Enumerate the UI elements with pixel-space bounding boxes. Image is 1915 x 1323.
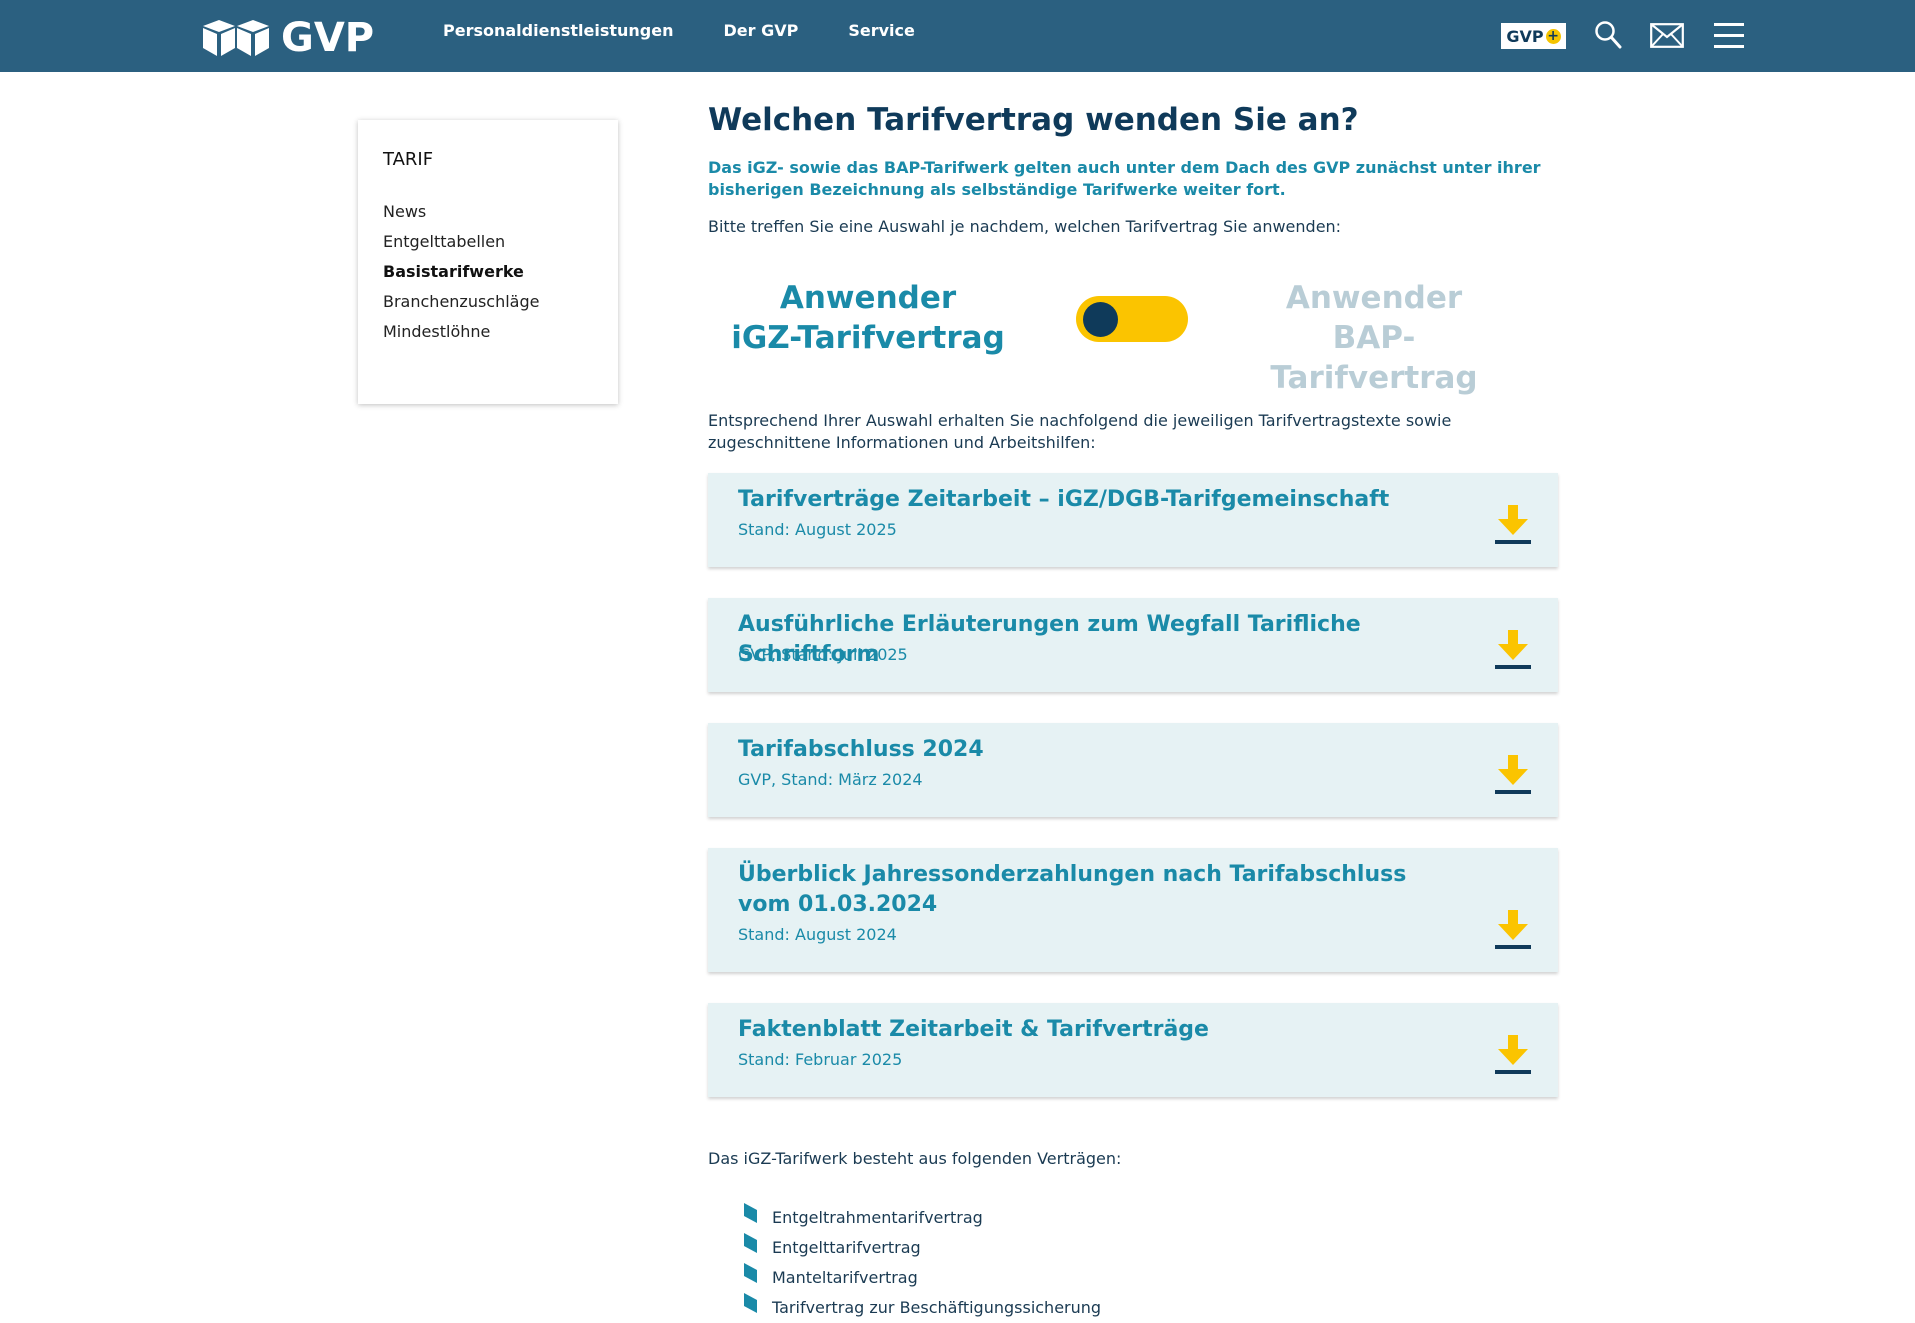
toggle-option-igz[interactable]: Anwender iGZ-Tarifvertrag: [728, 278, 1008, 358]
download-card[interactable]: Tarifabschluss 2024 GVP, Stand: März 202…: [708, 723, 1558, 817]
intro-text: Das iGZ- sowie das BAP-Tarifwerk gelten …: [708, 158, 1541, 199]
nav-item-der-gvp[interactable]: Der GVP: [723, 20, 798, 42]
choose-text: Bitte treffen Sie eine Auswahl je nachde…: [708, 217, 1342, 236]
toggle-option-bap[interactable]: Anwender BAP-Tarifvertrag: [1234, 278, 1514, 398]
sidebar: TARIF News Entgelttabellen Basistarifwer…: [358, 120, 618, 404]
selection-info-text: Entsprechend Ihrer Auswahl erhalten Sie …: [708, 411, 1452, 452]
download-title: Tarifabschluss 2024: [738, 737, 984, 762]
list-item: Entgeltrahmentarifvertrag: [744, 1203, 1101, 1233]
contract-label: Entgelttarifvertrag: [772, 1238, 921, 1257]
download-icon[interactable]: [1495, 910, 1531, 950]
menu-icon[interactable]: [1714, 22, 1744, 50]
switch-knob: [1083, 302, 1118, 337]
search-icon[interactable]: [1594, 20, 1622, 50]
download-date: Stand: August 2025: [738, 520, 897, 539]
download-card[interactable]: Faktenblatt Zeitarbeit & Tarifverträge S…: [708, 1003, 1558, 1097]
bullet-icon: [744, 1233, 757, 1253]
download-card[interactable]: Ausführliche Erläuterungen zum Wegfall T…: [708, 598, 1558, 692]
sidebar-title: TARIF: [383, 149, 434, 170]
logo-text: GVP: [281, 15, 375, 61]
sidebar-item-mindestloehne[interactable]: Mindestlöhne: [383, 317, 539, 347]
download-icon[interactable]: [1495, 505, 1531, 545]
list-item: Tarifvertrag zur Beschäftigungssicherung: [744, 1293, 1101, 1323]
gvp-plus-label: GVP: [1506, 26, 1544, 46]
sidebar-item-basistarifwerke[interactable]: Basistarifwerke: [383, 257, 539, 287]
mail-icon[interactable]: [1650, 23, 1684, 48]
top-navigation-bar: GVP Personaldienstleistungen Der GVP Ser…: [0, 0, 1915, 72]
download-card[interactable]: Überblick Jahressonderzahlungen nach Tar…: [708, 848, 1558, 972]
download-title: Faktenblatt Zeitarbeit & Tarifverträge: [738, 1017, 1209, 1042]
download-icon[interactable]: [1495, 1035, 1531, 1075]
list-item: Entgelttarifvertrag: [744, 1233, 1101, 1263]
download-title: Überblick Jahressonderzahlungen nach Tar…: [738, 862, 1407, 917]
download-icon[interactable]: [1495, 755, 1531, 795]
download-card[interactable]: Tarifverträge Zeitarbeit – iGZ/DGB-Tarif…: [708, 473, 1558, 567]
contracts-intro: Das iGZ-Tarifwerk besteht aus folgenden …: [708, 1149, 1122, 1168]
sidebar-list: News Entgelttabellen Basistarifwerke Bra…: [383, 197, 539, 347]
tarif-switch[interactable]: [1076, 296, 1188, 342]
contracts-list: Entgeltrahmentarifvertrag Entgelttarifve…: [744, 1203, 1101, 1323]
bullet-icon: [744, 1203, 757, 1223]
nav-item-personaldienstleistungen[interactable]: Personaldienstleistungen: [443, 20, 673, 42]
list-item: Manteltarifvertrag: [744, 1263, 1101, 1293]
sidebar-item-entgelttabellen[interactable]: Entgelttabellen: [383, 227, 539, 257]
contract-label: Manteltarifvertrag: [772, 1268, 918, 1287]
download-date: GVP, Stand: Juli 2025: [738, 645, 908, 664]
bullet-icon: [744, 1263, 757, 1283]
gvp-logo-mark-icon: [203, 20, 269, 56]
toggle-option-igz-line1: Anwender: [779, 280, 957, 316]
download-date: Stand: Februar 2025: [738, 1050, 903, 1069]
download-date: Stand: August 2024: [738, 925, 897, 944]
download-icon[interactable]: [1495, 630, 1531, 670]
gvp-logo[interactable]: GVP: [201, 18, 374, 58]
sidebar-item-news[interactable]: News: [383, 197, 539, 227]
sidebar-item-branchenzuschlaege[interactable]: Branchenzuschläge: [383, 287, 539, 317]
tarif-toggle: Anwender iGZ-Tarifvertrag Anwender BAP-T…: [708, 278, 1558, 396]
gvp-plus-button[interactable]: GVP +: [1501, 23, 1566, 49]
download-title: Tarifverträge Zeitarbeit – iGZ/DGB-Tarif…: [738, 487, 1390, 512]
nav-item-service[interactable]: Service: [848, 20, 915, 42]
contract-label: Entgeltrahmentarifvertrag: [772, 1208, 983, 1227]
plus-icon: +: [1545, 27, 1561, 44]
toggle-option-bap-line2: BAP-Tarifvertrag: [1270, 320, 1478, 396]
download-date: GVP, Stand: März 2024: [738, 770, 923, 789]
main-nav: Personaldienstleistungen Der GVP Service: [443, 20, 965, 42]
bullet-icon: [744, 1293, 757, 1313]
page-title: Welchen Tarifvertrag wenden Sie an?: [708, 102, 1359, 138]
toggle-option-bap-line1: Anwender: [1285, 280, 1463, 316]
contract-label: Tarifvertrag zur Beschäftigungssicherung: [772, 1298, 1102, 1317]
toggle-option-igz-line2: iGZ-Tarifvertrag: [731, 320, 1005, 356]
